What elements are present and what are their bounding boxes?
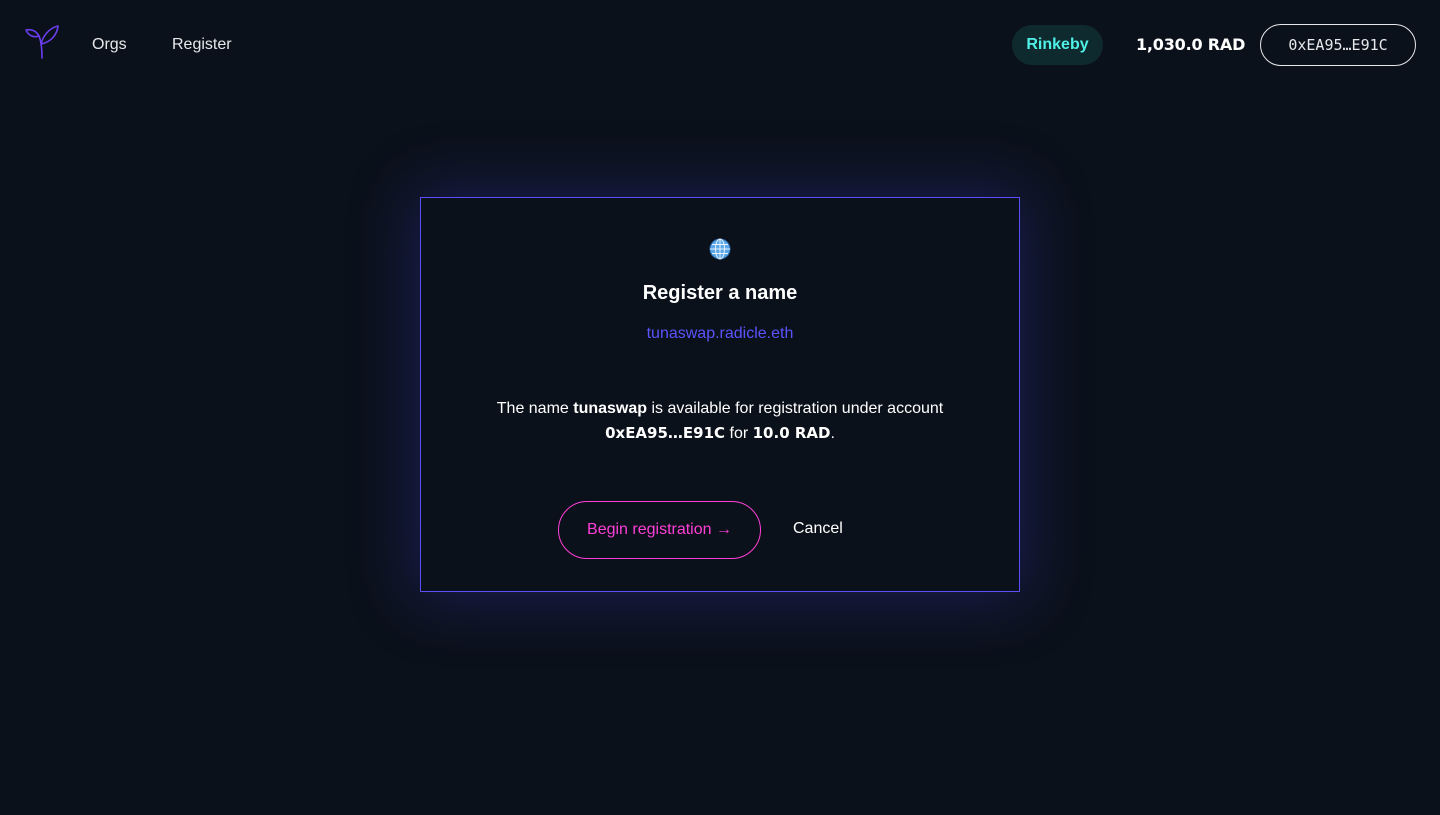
nav-register-link[interactable]: Register [172,35,232,55]
register-name-modal: Register a name tunaswap.radicle.eth The… [420,197,1020,592]
account-button[interactable]: 0xEA95…E91C [1260,24,1416,66]
nav-orgs-link[interactable]: Orgs [92,35,127,55]
message-text: for [725,425,753,442]
message-text: The name [496,400,574,417]
domain-name-link[interactable]: tunaswap.radicle.eth [421,325,1019,343]
registration-name: tunaswap [573,400,648,417]
modal-title: Register a name [642,282,798,304]
registration-fee: 10.0 RAD [752,424,831,442]
network-badge[interactable]: Rinkeby [1012,25,1103,65]
top-navigation-bar: Orgs Register Rinkeby 1,030.0 RAD 0xEA95… [0,0,1440,90]
globe-icon [421,238,1019,260]
message-account: 0xEA95…E91C [605,424,726,442]
message-text: . [830,425,835,442]
rad-balance: 1,030.0 RAD [1136,35,1246,54]
cancel-button[interactable]: Cancel [793,518,843,540]
availability-message: The name tunaswap is available for regis… [461,396,979,446]
radicle-sprout-icon[interactable] [24,24,60,60]
message-text: is available for registration under acco… [647,400,944,417]
begin-registration-button[interactable]: Begin registration → [558,501,761,559]
